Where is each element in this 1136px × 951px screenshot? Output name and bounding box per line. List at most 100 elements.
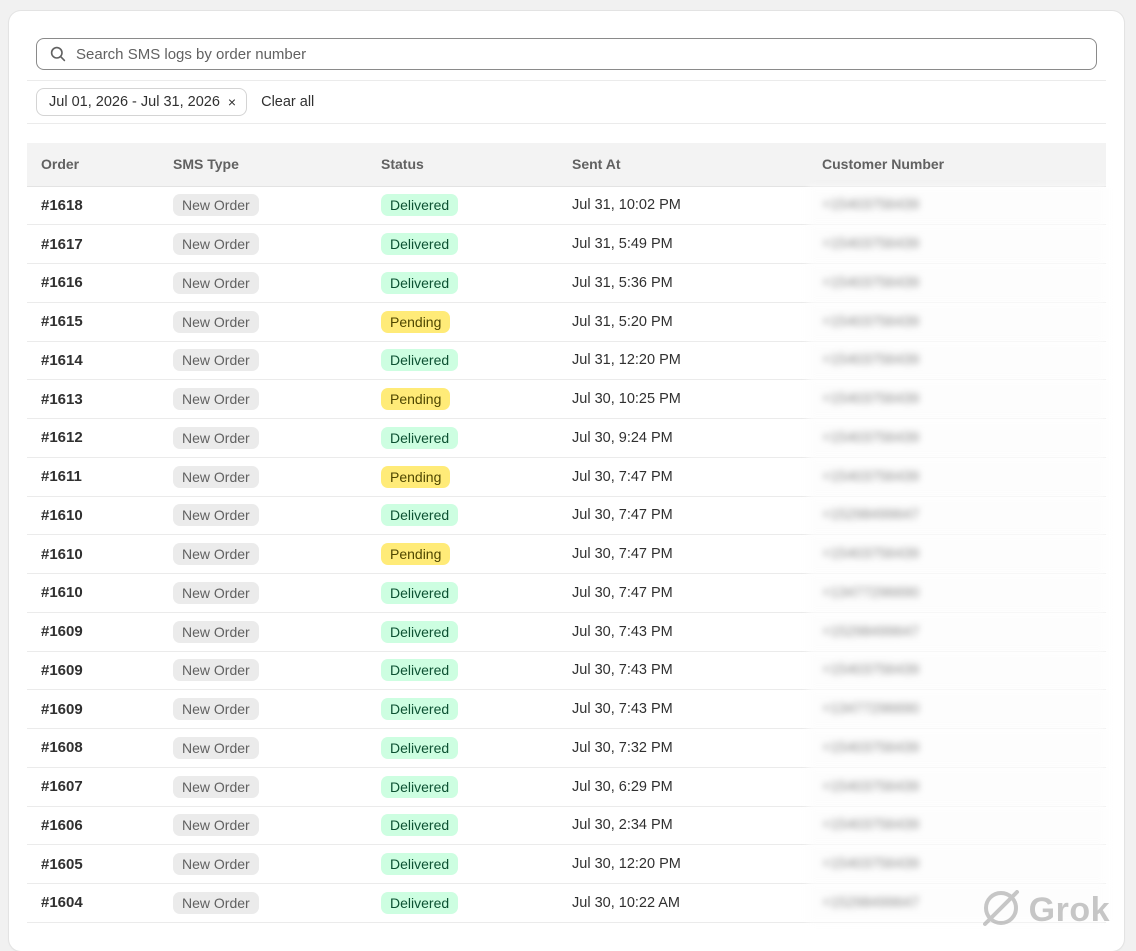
sms-type-cell: New Order xyxy=(159,341,367,381)
column-header-sent-at[interactable]: Sent At xyxy=(558,143,808,187)
table-row[interactable]: #1610 New Order Delivered Jul 30, 7:47 PM +1… xyxy=(27,573,1106,613)
status-cell: Delivered xyxy=(367,573,558,613)
sms-type-badge: New Order xyxy=(173,233,259,256)
order-number[interactable]: #1608 xyxy=(27,728,159,768)
status-cell: Delivered xyxy=(367,883,558,923)
sent-at: Jul 30, 7:32 PM xyxy=(558,728,808,768)
order-number[interactable]: #1605 xyxy=(27,844,159,884)
table-row[interactable]: #1612 New Order Delivered Jul 30, 9:24 PM +1… xyxy=(27,418,1106,458)
sms-type-cell: New Order xyxy=(159,263,367,303)
table-header-row: Order SMS Type Status Sent At Customer N… xyxy=(27,143,1106,187)
sms-type-cell: New Order xyxy=(159,418,367,458)
sms-logs-card: Jul 01, 2026 - Jul 31, 2026 × Clear all … xyxy=(9,11,1124,951)
sms-type-badge: New Order xyxy=(173,581,259,604)
sent-at: Jul 30, 7:47 PM xyxy=(558,534,808,574)
order-number[interactable]: #1617 xyxy=(27,224,159,264)
sent-at: Jul 30, 12:20 PM xyxy=(558,844,808,884)
status-badge: Delivered xyxy=(381,698,459,721)
order-number[interactable]: #1610 xyxy=(27,534,159,574)
customer-number: +15298499647 xyxy=(808,496,1106,536)
sms-type-cell: New Order xyxy=(159,844,367,884)
column-header-status[interactable]: Status xyxy=(367,143,558,187)
date-range-filter-chip[interactable]: Jul 01, 2026 - Jul 31, 2026 × xyxy=(36,88,248,116)
divider xyxy=(27,80,1106,81)
table-row[interactable]: #1610 New Order Delivered Jul 30, 7:47 PM +1… xyxy=(27,496,1106,536)
status-badge: Delivered xyxy=(381,426,459,449)
sms-type-badge: New Order xyxy=(173,814,259,837)
table-row[interactable]: #1611 New Order Pending Jul 30, 7:47 PM +154… xyxy=(27,457,1106,497)
order-number[interactable]: #1607 xyxy=(27,767,159,807)
sms-type-badge: New Order xyxy=(173,271,259,294)
sms-type-badge: New Order xyxy=(173,194,259,217)
order-number[interactable]: #1609 xyxy=(27,651,159,691)
watermark: Grok xyxy=(979,886,1110,935)
sms-type-cell: New Order xyxy=(159,728,367,768)
column-header-sms-type[interactable]: SMS Type xyxy=(159,143,367,187)
search-bar[interactable] xyxy=(36,38,1097,70)
status-badge: Delivered xyxy=(381,581,459,604)
status-badge: Delivered xyxy=(381,349,459,372)
sent-at: Jul 31, 5:49 PM xyxy=(558,224,808,264)
table-row[interactable]: #1607 New Order Delivered Jul 30, 6:29 PM +1… xyxy=(27,767,1106,807)
order-number[interactable]: #1611 xyxy=(27,457,159,497)
table-row[interactable]: #1610 New Order Pending Jul 30, 7:47 PM +154… xyxy=(27,534,1106,574)
table-row[interactable]: #1609 New Order Delivered Jul 30, 7:43 PM +1… xyxy=(27,689,1106,729)
order-number[interactable]: #1604 xyxy=(27,883,159,923)
order-number[interactable]: #1610 xyxy=(27,573,159,613)
order-number[interactable]: #1610 xyxy=(27,496,159,536)
table-row[interactable]: #1609 New Order Delivered Jul 30, 7:43 PM +1… xyxy=(27,651,1106,691)
sms-type-cell: New Order xyxy=(159,651,367,691)
order-number[interactable]: #1609 xyxy=(27,689,159,729)
sms-type-badge: New Order xyxy=(173,698,259,721)
status-cell: Delivered xyxy=(367,844,558,884)
order-number[interactable]: #1615 xyxy=(27,302,159,342)
close-icon[interactable]: × xyxy=(228,95,236,109)
sent-at: Jul 30, 2:34 PM xyxy=(558,806,808,846)
table-row[interactable]: #1618 New Order Delivered Jul 31, 10:02 PM +… xyxy=(27,186,1106,226)
status-badge: Delivered xyxy=(381,504,459,527)
status-badge: Delivered xyxy=(381,194,459,217)
column-header-customer-number[interactable]: Customer Number xyxy=(808,143,1106,187)
order-number[interactable]: #1609 xyxy=(27,612,159,652)
sent-at: Jul 30, 7:43 PM xyxy=(558,689,808,729)
sent-at: Jul 30, 7:47 PM xyxy=(558,573,808,613)
order-number[interactable]: #1613 xyxy=(27,379,159,419)
grok-logo-icon xyxy=(979,886,1023,935)
order-number[interactable]: #1606 xyxy=(27,806,159,846)
sms-type-badge: New Order xyxy=(173,426,259,449)
table-row[interactable]: #1604 New Order Delivered Jul 30, 10:22 AM +… xyxy=(27,883,1106,923)
customer-number: +15403756439 xyxy=(808,341,1106,381)
sms-type-cell: New Order xyxy=(159,806,367,846)
status-cell: Pending xyxy=(367,379,558,419)
customer-number: +15403756439 xyxy=(808,224,1106,264)
sms-type-badge: New Order xyxy=(173,388,259,411)
order-number[interactable]: #1616 xyxy=(27,263,159,303)
table-row[interactable]: #1609 New Order Delivered Jul 30, 7:43 PM +1… xyxy=(27,612,1106,652)
status-cell: Delivered xyxy=(367,496,558,536)
table-row[interactable]: #1608 New Order Delivered Jul 30, 7:32 PM +1… xyxy=(27,728,1106,768)
table-row[interactable]: #1615 New Order Pending Jul 31, 5:20 PM +154… xyxy=(27,302,1106,342)
clear-all-button[interactable]: Clear all xyxy=(261,94,314,110)
sms-type-cell: New Order xyxy=(159,573,367,613)
status-cell: Delivered xyxy=(367,263,558,303)
table-row[interactable]: #1614 New Order Delivered Jul 31, 12:20 PM +… xyxy=(27,341,1106,381)
status-badge: Pending xyxy=(381,388,451,411)
column-header-order[interactable]: Order xyxy=(27,143,159,187)
order-number[interactable]: #1618 xyxy=(27,186,159,226)
sms-type-badge: New Order xyxy=(173,736,259,759)
sms-type-cell: New Order xyxy=(159,767,367,807)
table-row[interactable]: #1613 New Order Pending Jul 30, 10:25 PM +15… xyxy=(27,379,1106,419)
table-row[interactable]: #1605 New Order Delivered Jul 30, 12:20 PM +… xyxy=(27,844,1106,884)
status-cell: Delivered xyxy=(367,418,558,458)
order-number[interactable]: #1614 xyxy=(27,341,159,381)
sms-type-badge: New Order xyxy=(173,620,259,643)
table-row[interactable]: #1606 New Order Delivered Jul 30, 2:34 PM +1… xyxy=(27,806,1106,846)
sms-logs-table: Order SMS Type Status Sent At Customer N… xyxy=(27,143,1106,923)
table-row[interactable]: #1616 New Order Delivered Jul 31, 5:36 PM +1… xyxy=(27,263,1106,303)
table-row[interactable]: #1617 New Order Delivered Jul 31, 5:49 PM +1… xyxy=(27,224,1106,264)
order-number[interactable]: #1612 xyxy=(27,418,159,458)
customer-number: +15298499647 xyxy=(808,612,1106,652)
search-input[interactable] xyxy=(76,40,1096,68)
sent-at: Jul 30, 7:43 PM xyxy=(558,612,808,652)
sms-type-badge: New Order xyxy=(173,853,259,876)
